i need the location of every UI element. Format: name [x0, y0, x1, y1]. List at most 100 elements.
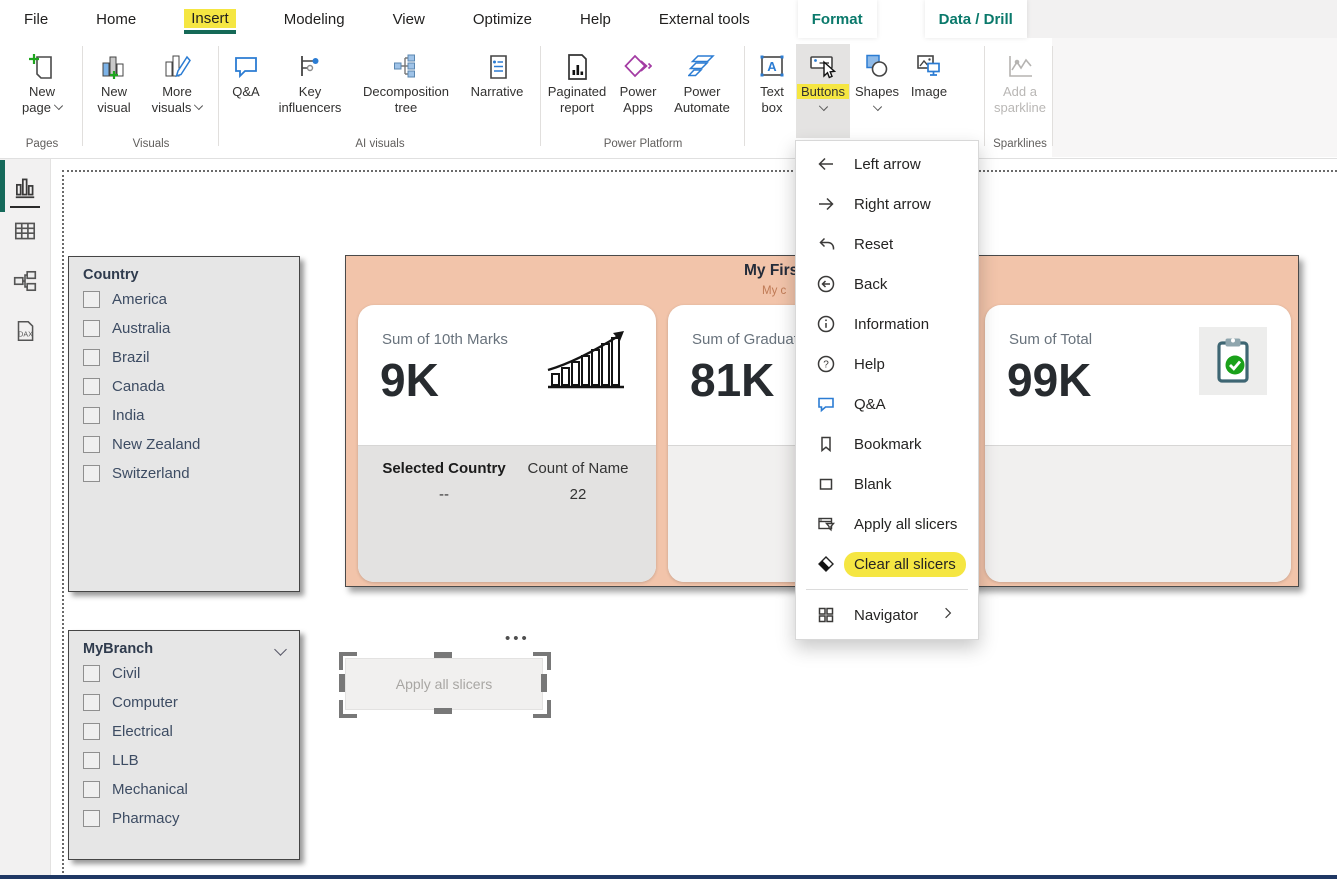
- menu-home[interactable]: Home: [96, 11, 136, 28]
- slicer-option-america[interactable]: America: [69, 285, 299, 314]
- chevron-down-icon: [872, 102, 881, 111]
- slicer-option-electrical[interactable]: Electrical: [69, 717, 299, 746]
- selection-handle-right[interactable]: [541, 674, 547, 692]
- qa-visual-button[interactable]: Q&A: [222, 44, 270, 138]
- selection-handle-top[interactable]: [434, 652, 452, 658]
- ribbon-separator: [744, 46, 745, 146]
- menu-item-navigator[interactable]: Navigator: [796, 595, 978, 635]
- report-view-icon[interactable]: [12, 174, 38, 200]
- slicer-option-pharmacy[interactable]: Pharmacy: [69, 804, 299, 833]
- checkbox[interactable]: [83, 810, 100, 827]
- paginated-report-label-1: Paginated: [548, 84, 607, 100]
- slicer-option-mechanical[interactable]: Mechanical: [69, 775, 299, 804]
- new-page-button[interactable]: New page: [6, 44, 78, 138]
- text-box-button[interactable]: A Text box: [748, 44, 796, 138]
- checkbox[interactable]: [83, 465, 100, 482]
- slicer-option-llb[interactable]: LLB: [69, 746, 299, 775]
- slicer-option-australia[interactable]: Australia: [69, 314, 299, 343]
- key-influencers-label-2: influencers: [279, 100, 342, 116]
- menu-insert[interactable]: Insert: [184, 9, 236, 34]
- count-of-name-column: Count of Name 22: [516, 460, 640, 503]
- menu-item-left-arrow[interactable]: Left arrow: [796, 144, 978, 184]
- paginated-report-button[interactable]: Paginated report: [544, 44, 610, 138]
- chevron-right-icon: [940, 605, 960, 625]
- slicer-option-canada[interactable]: Canada: [69, 372, 299, 401]
- narrative-button[interactable]: Narrative: [462, 44, 532, 138]
- menu-item-apply-all-slicers[interactable]: Apply all slicers: [796, 504, 978, 544]
- selection-handle-bottom[interactable]: [434, 708, 452, 714]
- menu-external-tools[interactable]: External tools: [659, 11, 750, 28]
- checkbox[interactable]: [83, 694, 100, 711]
- menu-data-drill-tab[interactable]: Data / Drill: [925, 0, 1027, 38]
- menu-file[interactable]: File: [24, 11, 48, 28]
- dax-query-view-icon[interactable]: DAX: [12, 318, 38, 344]
- card-total[interactable]: Sum of Total 99K: [985, 305, 1291, 582]
- shapes-button[interactable]: Shapes: [850, 44, 904, 138]
- menu-modeling[interactable]: Modeling: [284, 11, 345, 28]
- selection-handle-left[interactable]: [339, 674, 345, 692]
- more-options-button[interactable]: •••: [505, 630, 530, 647]
- menu-item-help[interactable]: ? Help: [796, 344, 978, 384]
- country-slicer[interactable]: Country America Australia Brazil Canada …: [68, 256, 300, 592]
- selection-handle-top-left[interactable]: [339, 652, 357, 670]
- selection-handle-top-right[interactable]: [533, 652, 551, 670]
- checkbox[interactable]: [83, 320, 100, 337]
- checkbox[interactable]: [83, 407, 100, 424]
- reset-icon: [816, 234, 836, 254]
- menu-optimize[interactable]: Optimize: [473, 11, 532, 28]
- selection-handle-bottom-left[interactable]: [339, 700, 357, 718]
- ribbon-separator: [82, 46, 83, 146]
- menu-item-clear-all-slicers[interactable]: Clear all slicers: [796, 544, 978, 584]
- slicer-option-civil[interactable]: Civil: [69, 659, 299, 688]
- checkbox[interactable]: [83, 723, 100, 740]
- power-automate-button[interactable]: Power Automate: [666, 44, 738, 138]
- menu-item-reset[interactable]: Reset: [796, 224, 978, 264]
- menu-item-information[interactable]: Information: [796, 304, 978, 344]
- buttons-button[interactable]: Buttons: [796, 44, 850, 138]
- checkbox[interactable]: [83, 781, 100, 798]
- more-visuals-icon: [163, 48, 191, 84]
- power-apps-button[interactable]: Power Apps: [610, 44, 666, 138]
- checkbox[interactable]: [83, 436, 100, 453]
- checkbox[interactable]: [83, 378, 100, 395]
- slicer-option-computer[interactable]: Computer: [69, 688, 299, 717]
- slicer-option-india[interactable]: India: [69, 401, 299, 430]
- chevron-down-icon: [54, 101, 63, 110]
- checkbox[interactable]: [83, 291, 100, 308]
- key-influencers-button[interactable]: Key influencers: [270, 44, 350, 138]
- apply-all-slicers-icon: [816, 514, 836, 534]
- slicer-option-brazil[interactable]: Brazil: [69, 343, 299, 372]
- card-10th-marks[interactable]: Sum of 10th Marks 9K Selected Country --…: [358, 305, 656, 582]
- checkbox[interactable]: [83, 665, 100, 682]
- menu-item-bookmark[interactable]: Bookmark: [796, 424, 978, 464]
- image-label: Image: [911, 84, 947, 100]
- clipboard-check-icon: [1199, 327, 1267, 395]
- selection-handle-bottom-right[interactable]: [533, 700, 551, 718]
- decomposition-tree-button[interactable]: Decomposition tree: [350, 44, 462, 138]
- active-tab-underline: [184, 30, 236, 34]
- menu-item-right-arrow[interactable]: Right arrow: [796, 184, 978, 224]
- menu-format-tab[interactable]: Format: [798, 0, 877, 38]
- checkbox[interactable]: [83, 349, 100, 366]
- mybranch-slicer[interactable]: MyBranch Civil Computer Electrical LLB M…: [68, 630, 300, 860]
- menu-item-qa[interactable]: Q&A: [796, 384, 978, 424]
- checkbox[interactable]: [83, 752, 100, 769]
- menu-item-back[interactable]: Back: [796, 264, 978, 304]
- chevron-down-icon: [818, 102, 827, 111]
- menu-help[interactable]: Help: [580, 11, 611, 28]
- apply-all-slicers-canvas-button[interactable]: Apply all slicers: [345, 658, 543, 710]
- table-view-icon[interactable]: [12, 218, 38, 244]
- model-view-icon[interactable]: [12, 268, 38, 294]
- slicer-option-new-zealand[interactable]: New Zealand: [69, 430, 299, 459]
- add-sparkline-label-1: Add a: [1003, 84, 1037, 100]
- slicer-option-switzerland[interactable]: Switzerland: [69, 459, 299, 488]
- image-button[interactable]: Image: [904, 44, 954, 138]
- menu-item-blank[interactable]: Blank: [796, 464, 978, 504]
- menu-view[interactable]: View: [393, 11, 425, 28]
- new-visual-label-1: New: [101, 84, 127, 100]
- add-sparkline-label-2: sparkline: [994, 100, 1046, 116]
- new-visual-button[interactable]: New visual: [86, 44, 142, 138]
- selected-country-column: Selected Country --: [374, 460, 514, 503]
- more-visuals-button[interactable]: More visuals: [142, 44, 212, 138]
- qa-bubble-icon: [232, 48, 260, 84]
